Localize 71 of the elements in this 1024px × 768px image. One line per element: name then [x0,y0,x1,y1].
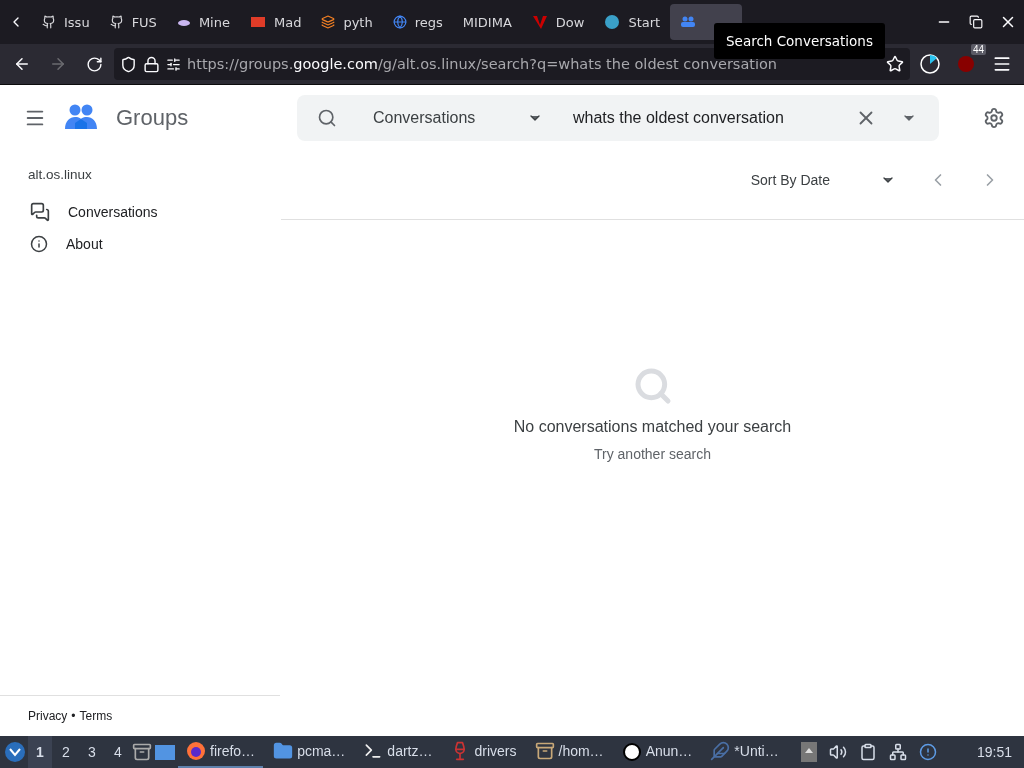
search-icon [317,108,337,128]
reload-icon[interactable] [85,55,103,73]
info-icon [30,235,48,253]
taskbar-item[interactable]: /hom… [526,736,612,768]
browser-tab[interactable]: regs [382,4,453,40]
empty-hint: Try another search [594,446,711,462]
shield-icon [120,55,137,73]
v-logo-icon [531,14,548,30]
stack-icon [321,15,336,29]
bookmark-star-icon[interactable] [886,55,904,73]
firefox-icon [186,741,206,761]
workspace-button[interactable]: 4 [106,736,130,768]
workspace-button[interactable]: 2 [54,736,78,768]
footer-link[interactable]: Terms [79,709,113,723]
settings-icon[interactable] [983,107,1005,129]
restore-icon[interactable] [969,15,983,29]
workspace-button[interactable]: 1 [28,736,52,768]
people-icon [680,16,697,28]
address-bar[interactable]: https://groups.google.com/g/alt.os.linux/search?q=whats the oldest conversation [114,48,910,80]
browser-tab[interactable]: Mine [166,4,240,40]
folder-icon [273,741,294,761]
search-field[interactable]: whats the oldest conversation [571,108,855,128]
taskbar-item[interactable]: firefo… [178,736,264,768]
taskbar-item[interactable]: Anun… [613,736,701,768]
circle-icon [604,14,621,30]
feather-icon [710,741,731,761]
file-manager-icon[interactable] [132,742,152,762]
sidebar-item[interactable]: Conversations [0,196,280,228]
permissions-icon [166,56,181,72]
browser-tab[interactable]: Start [594,4,671,40]
scope-dropdown[interactable]: Conversations [373,109,553,127]
chat-icon [30,202,50,222]
tooltip: Search Conversations [714,23,885,59]
robot-icon [249,15,266,29]
browser-tab[interactable]: Issu [32,4,100,40]
empty-title: No conversations matched your search [513,418,792,436]
taskbar-item[interactable]: dartz… [355,736,441,768]
github-icon [109,15,124,29]
globe-icon [392,15,407,29]
browser-tab[interactable]: FUS [99,4,167,40]
clock: 19:51 [976,744,1013,760]
url-text: https://groups.google.com/g/alt.os.linux/search?q=whats the oldest conversation [187,56,779,72]
taskbar-item[interactable]: drivers [442,736,525,768]
sidebar-item[interactable]: About [0,228,280,260]
blob-icon [621,741,642,761]
browser-tab[interactable]: pyth [311,4,383,40]
browser-tab[interactable]: Mad [239,4,312,40]
forward-arrow-icon[interactable] [49,55,67,73]
start-menu-icon[interactable] [4,741,26,763]
group-name: alt.os.linux [27,166,93,184]
timer-icon[interactable] [919,53,941,75]
clipboard-icon[interactable] [858,743,877,761]
github-icon [42,15,56,29]
eject-icon[interactable] [800,742,817,762]
app-name: Groups [116,105,189,131]
separator-dot: • [71,709,76,723]
desktop-icon[interactable] [154,742,176,762]
footer-link[interactable]: Privacy [28,709,68,723]
workspace-button[interactable]: 3 [80,736,104,768]
menu-icon[interactable] [992,54,1012,74]
browser-tab[interactable]: MIDIMA [452,4,522,40]
sort-dropdown[interactable]: Sort By Date [750,172,896,188]
lock-icon [143,55,160,73]
extension-badge: 44 [970,44,986,55]
browser-tab[interactable]: Dow [521,4,595,40]
taskbar-item[interactable]: pcma… [265,736,354,768]
network-icon[interactable] [888,743,907,761]
notification-icon[interactable] [918,743,937,761]
taskbar-item[interactable]: *Unti… [702,736,787,768]
volume-icon[interactable] [828,743,847,761]
archive-icon [534,741,555,761]
